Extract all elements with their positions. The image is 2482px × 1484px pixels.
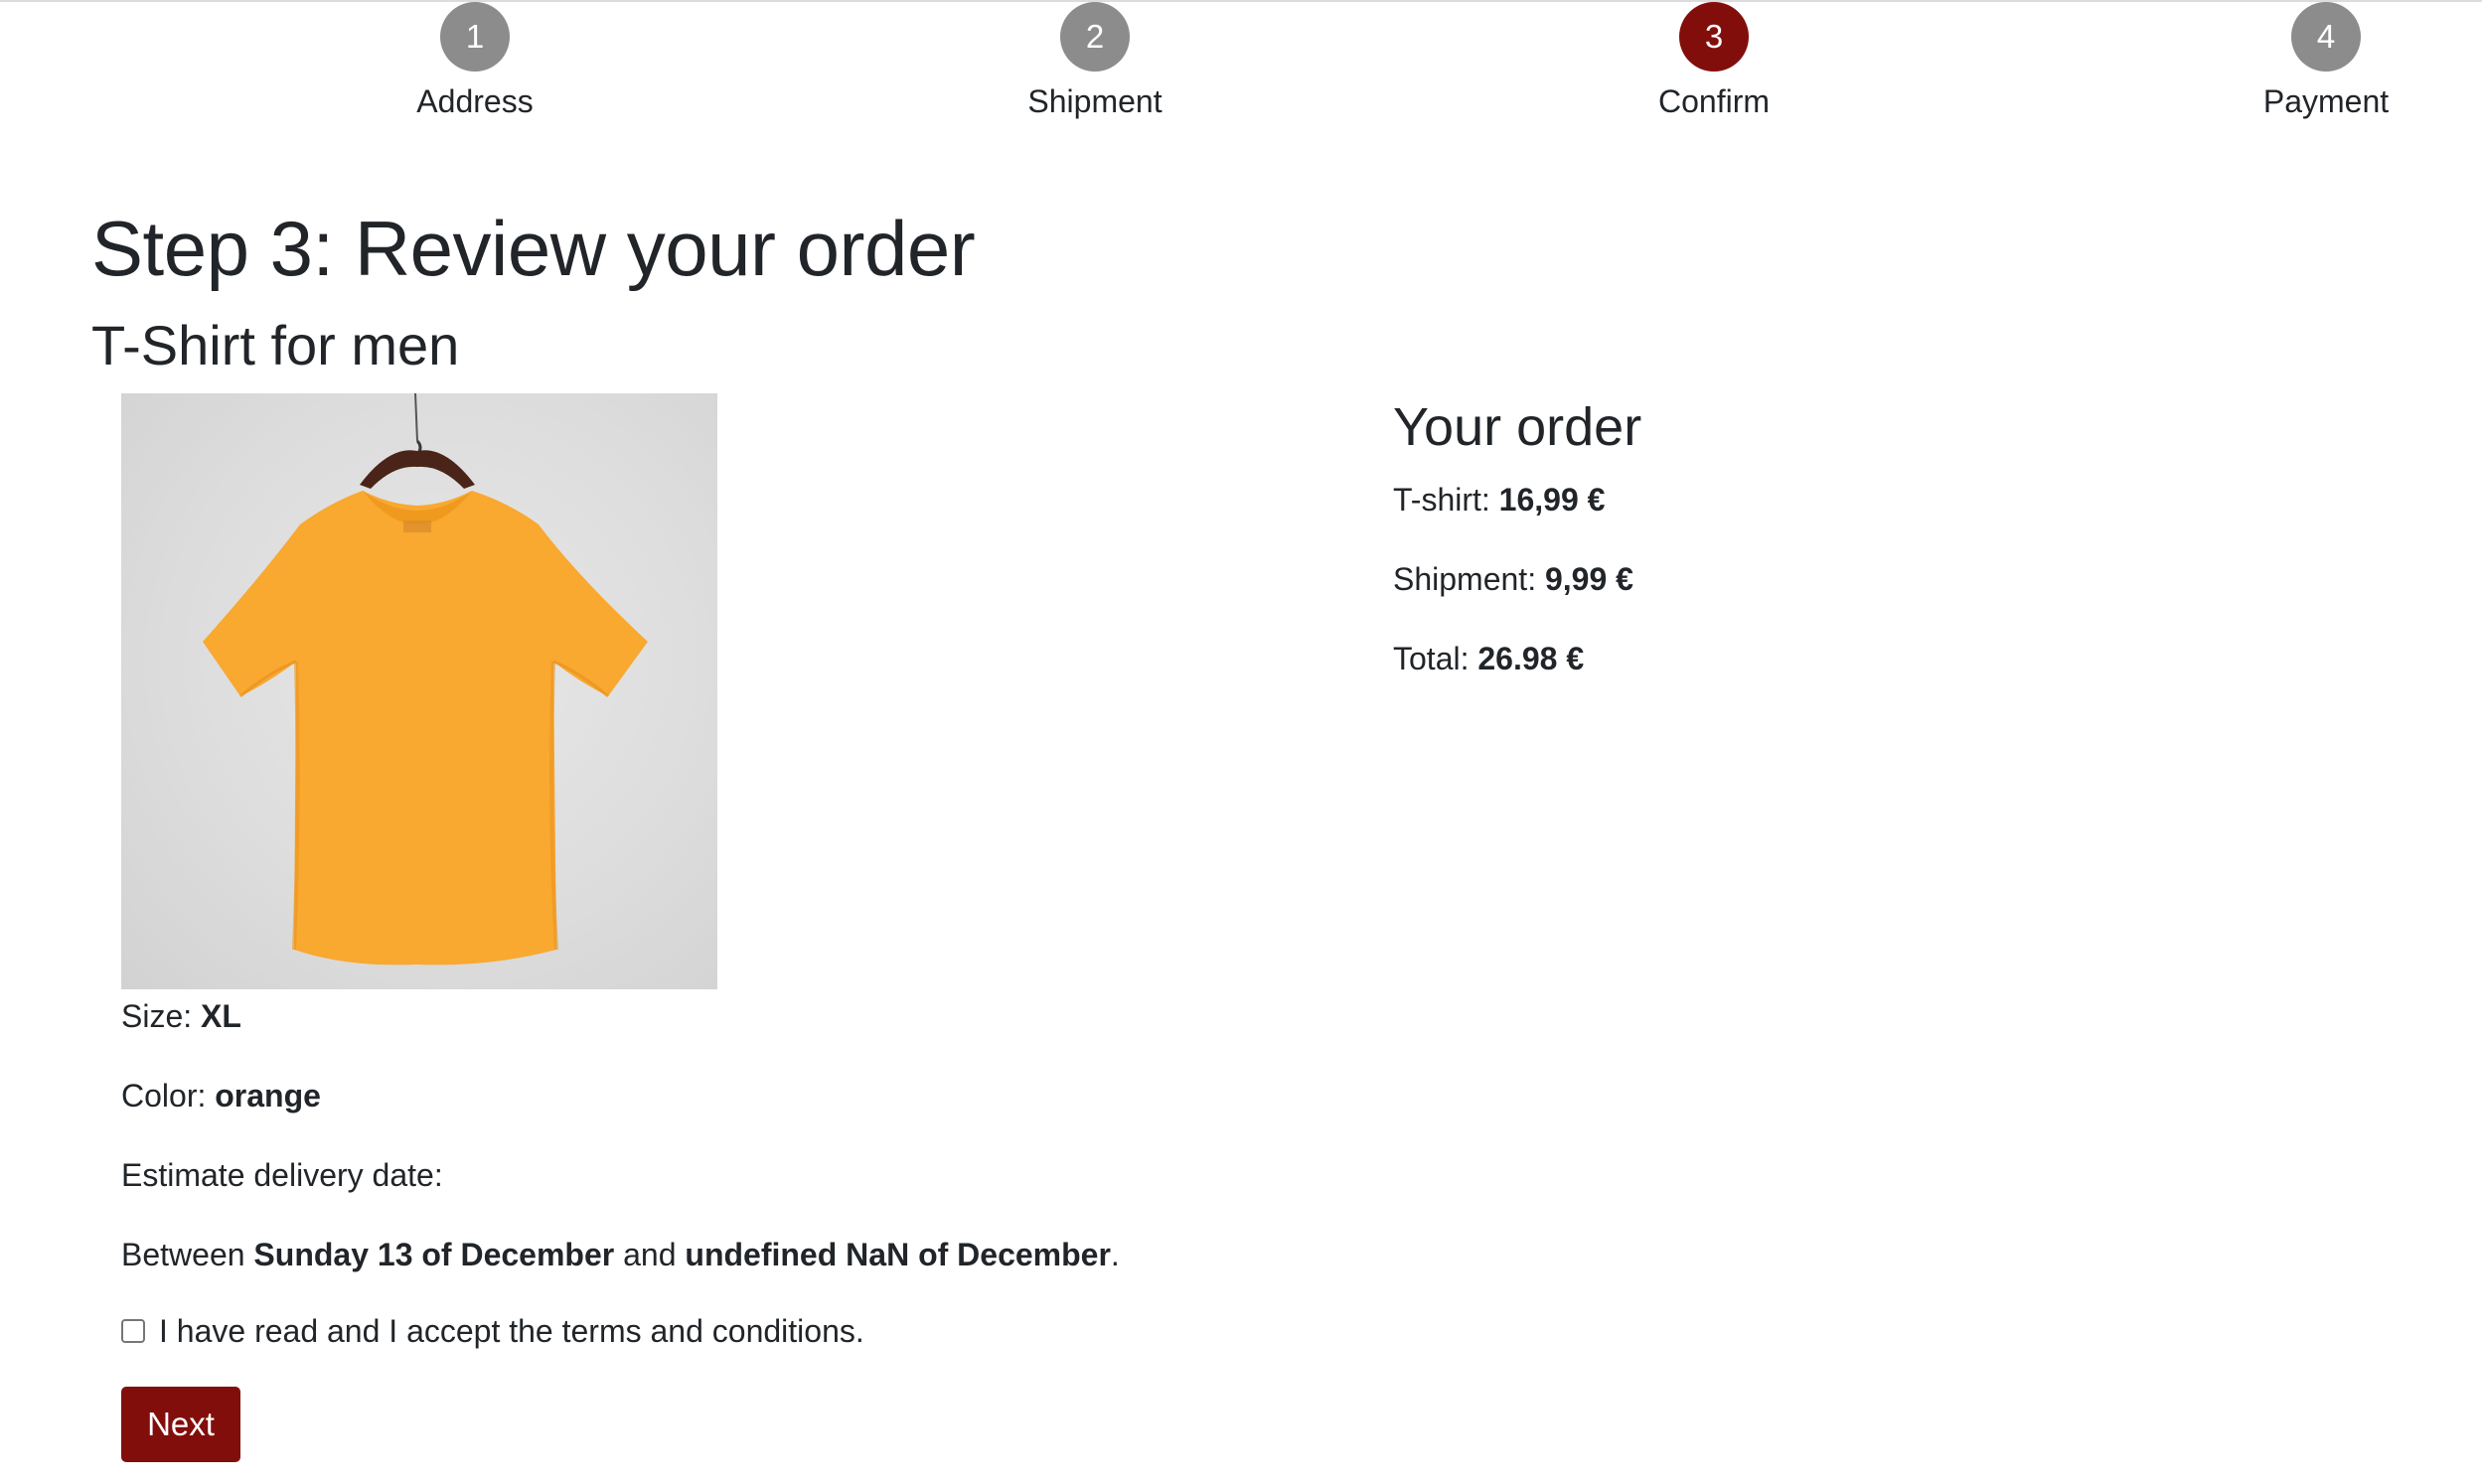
step-label: Confirm xyxy=(1657,83,1770,119)
delivery-and: and xyxy=(614,1237,686,1272)
shipment-price: 9,99 € xyxy=(1544,561,1633,597)
step-number-circle-active: 3 xyxy=(1679,2,1749,72)
delivery-end: undefined NaN of December xyxy=(685,1237,1111,1272)
step-label: Shipment xyxy=(1027,83,1163,119)
size-value: XL xyxy=(201,998,241,1034)
order-total-line: Total: 26.98 € xyxy=(1393,639,1584,678)
size-row: Size: XL xyxy=(121,996,241,1036)
step-label: Payment xyxy=(2262,83,2390,119)
tshirt-price: 16,99 € xyxy=(1498,482,1606,518)
delivery-label: Estimate delivery date: xyxy=(121,1157,443,1193)
step-shipment[interactable]: 2 Shipment xyxy=(946,2,1244,119)
tshirt-label: T-shirt: xyxy=(1393,482,1499,518)
shipment-label: Shipment: xyxy=(1393,561,1545,597)
size-label: Size: xyxy=(121,998,202,1034)
order-summary-title: Your order xyxy=(1393,397,1642,457)
step-number-circle: 2 xyxy=(1060,2,1130,72)
order-shipment-line: Shipment: 9,99 € xyxy=(1393,559,1633,599)
delivery-prefix: Between xyxy=(121,1237,254,1272)
step-number-circle: 4 xyxy=(2291,2,2361,72)
color-label: Color: xyxy=(121,1078,216,1113)
step-payment[interactable]: 4 Payment xyxy=(2177,2,2475,119)
order-tshirt-line: T-shirt: 16,99 € xyxy=(1393,480,1605,519)
page-title: Step 3: Review your order xyxy=(91,205,976,292)
terms-checkbox[interactable] xyxy=(121,1319,145,1343)
product-title: T-Shirt for men xyxy=(91,314,460,376)
color-value: orange xyxy=(215,1078,321,1113)
product-image xyxy=(121,393,717,989)
terms-row: I have read and I accept the terms and c… xyxy=(121,1311,864,1351)
delivery-suffix: . xyxy=(1110,1237,1120,1272)
delivery-range: Between Sunday 13 of December and undefi… xyxy=(121,1235,1120,1274)
step-confirm[interactable]: 3 Confirm xyxy=(1565,2,1863,119)
orange-tshirt-on-hanger-icon xyxy=(203,393,648,965)
total-label: Total: xyxy=(1393,641,1478,676)
color-row: Color: orange xyxy=(121,1076,321,1115)
step-number-circle: 1 xyxy=(440,2,510,72)
terms-label: I have read and I accept the terms and c… xyxy=(159,1313,864,1349)
next-button[interactable]: Next xyxy=(121,1387,240,1462)
step-address[interactable]: 1 Address xyxy=(326,2,624,119)
delivery-start: Sunday 13 of December xyxy=(253,1237,615,1272)
step-label: Address xyxy=(416,83,534,119)
total-price: 26.98 € xyxy=(1477,641,1585,676)
